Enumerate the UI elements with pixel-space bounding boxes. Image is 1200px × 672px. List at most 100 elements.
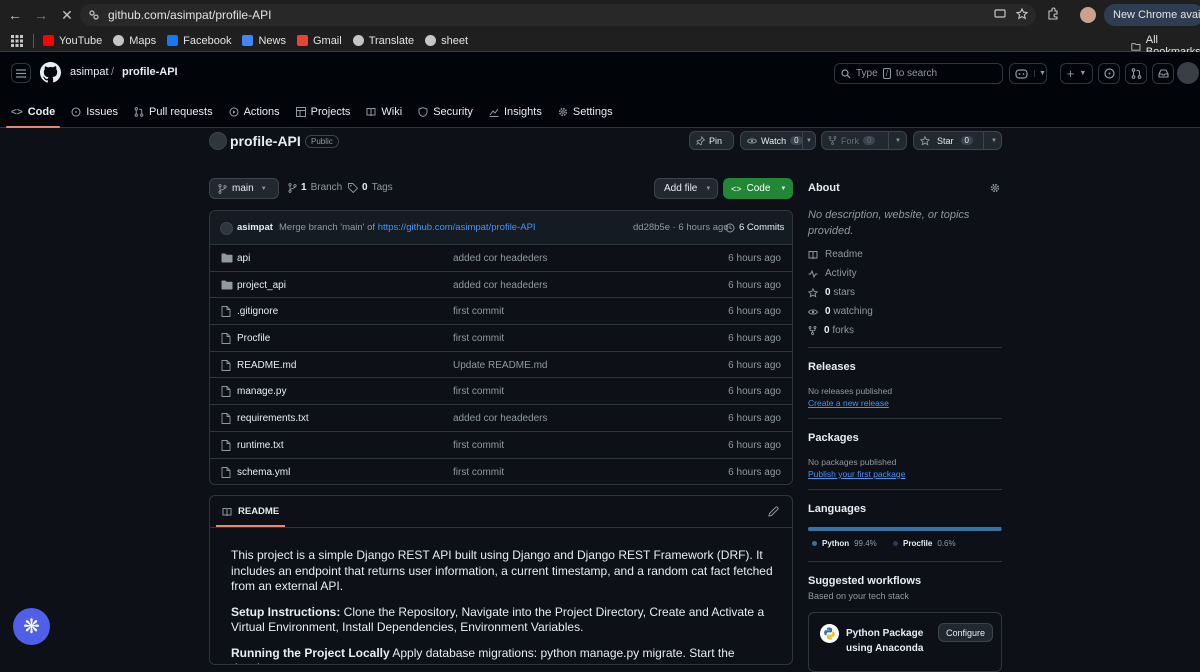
tab-issues[interactable]: Issues [66,96,123,128]
profile-avatar[interactable] [1080,7,1096,23]
repo-owner-avatar[interactable] [209,132,227,150]
forward-icon[interactable]: → [30,4,52,26]
commit-message[interactable]: Merge branch 'main' of https://github.co… [279,222,536,233]
packages-heading[interactable]: Packages [808,432,859,444]
bookmark-youtube[interactable]: YouTube [43,35,102,47]
file-name[interactable]: schema.yml [237,467,290,478]
readme-link[interactable]: Readme [808,249,863,260]
file-row[interactable]: schema.yml first commit 6 hours ago [210,459,792,485]
file-name[interactable]: requirements.txt [237,413,309,424]
menu-button[interactable] [11,63,31,83]
tab-actions[interactable]: Actions [224,96,285,128]
file-commit-message[interactable]: added cor headeders [453,253,548,264]
bookmark-gmail[interactable]: Gmail [296,35,342,47]
create-new-button[interactable]: + ▼ [1060,63,1093,84]
file-row[interactable]: manage.py first commit 6 hours ago [210,378,792,406]
file-row[interactable]: api added cor headeders 6 hours ago [210,245,792,272]
tab-insights[interactable]: Insights [484,96,547,128]
copilot-button[interactable]: ▼ [1009,63,1047,84]
file-commit-message[interactable]: Update README.md [453,360,547,371]
new-chrome-button[interactable]: New Chrome available [1104,4,1200,26]
repo-breadcrumb[interactable]: profile-API [122,66,178,78]
commit-author[interactable]: asimpat [237,222,273,233]
file-name[interactable]: .gitignore [237,306,278,317]
file-row[interactable]: Procfile first commit 6 hours ago [210,325,792,352]
language-python[interactable]: Python 99.4% [812,539,877,548]
file-commit-message[interactable]: first commit [453,440,504,451]
commit-author-avatar[interactable] [220,222,233,235]
commit-hash-time[interactable]: dd28b5e · 6 hours ago [633,222,729,233]
cast-icon[interactable] [994,8,1006,20]
tab-projects[interactable]: Projects [291,96,356,128]
bookmark-translate[interactable]: Translate [352,35,414,47]
bookmark-facebook[interactable]: Facebook [167,35,231,47]
publish-package-link[interactable]: Publish your first package [808,469,905,479]
file-name[interactable]: manage.py [237,386,286,397]
file-commit-message[interactable]: first commit [453,467,504,478]
extensions-icon[interactable] [1046,7,1060,21]
bookmark-sheet[interactable]: sheet [425,35,468,47]
activity-link[interactable]: Activity [808,268,857,279]
bookmark-maps[interactable]: Maps [113,35,156,47]
tags-link[interactable]: 0 Tags [348,182,393,193]
fork-button[interactable]: Fork 0 ▼ [821,131,907,150]
file-row[interactable]: requirements.txt added cor headeders 6 hou… [210,405,792,432]
releases-heading[interactable]: Releases [808,361,856,373]
commits-link[interactable]: 6 Commits [725,222,784,233]
gear-icon[interactable] [990,183,1000,193]
file-commit-message[interactable]: added cor headeders [453,413,548,424]
repo-name[interactable]: profile-API [230,133,301,149]
star-button[interactable]: Star 0 ▼ [913,131,1002,150]
file-row[interactable]: project_api added cor headeders 6 hours ag… [210,272,792,299]
forks-link[interactable]: 0 forks [808,325,854,336]
apps-grid-icon[interactable] [11,34,23,47]
search-input[interactable]: Type / to search [834,63,1003,84]
tab-security[interactable]: Security [413,96,478,128]
branch-selector[interactable]: main ▼ [209,178,279,199]
file-commit-message[interactable]: added cor headeders [453,280,548,291]
issues-button[interactable] [1098,63,1120,84]
file-name[interactable]: project_api [237,280,286,291]
file-name[interactable]: Procfile [237,333,270,344]
tab-wiki[interactable]: Wiki [361,96,407,128]
file-row[interactable]: .gitignore first commit 6 hours ago [210,298,792,326]
site-info-icon[interactable] [88,9,100,21]
pencil-icon[interactable] [768,506,779,517]
file-name[interactable]: README.md [237,360,296,371]
file-row[interactable]: runtime.txt first commit 6 hours ago [210,432,792,459]
commit-message-link[interactable]: https://github.com/asimpat/profile-API [378,222,536,233]
code-button[interactable]: <> Code ▼ [723,178,793,199]
bookmark-star-icon[interactable] [1016,8,1028,20]
add-file-button[interactable]: Add file ▼ [654,178,718,199]
stars-link[interactable]: 0 stars [808,287,855,298]
chevron-down-icon[interactable]: ▼ [895,138,901,144]
stop-icon[interactable]: ✕ [56,4,78,26]
language-procfile[interactable]: Procfile 0.6% [893,539,956,548]
user-avatar[interactable] [1177,62,1199,84]
back-icon[interactable]: ← [4,4,26,26]
file-commit-message[interactable]: first commit [453,306,504,317]
file-commit-message[interactable]: first commit [453,386,504,397]
file-row[interactable]: README.md Update README.md 6 hours ago [210,352,792,379]
pin-button[interactable]: Pin [689,131,734,150]
bookmark-news[interactable]: News [242,35,286,47]
file-name[interactable]: runtime.txt [237,440,284,451]
watch-button[interactable]: Watch 0 ▼ [740,131,816,150]
address-bar[interactable]: github.com/asimpat/profile-API [80,4,1036,26]
chevron-down-icon[interactable]: ▼ [806,138,812,144]
inbox-button[interactable] [1152,63,1174,84]
branches-link[interactable]: 1 Branch [288,182,342,193]
create-release-link[interactable]: Create a new release [808,398,889,408]
tab-code[interactable]: <> Code [6,96,61,128]
configure-button[interactable]: Configure [938,623,993,642]
watching-link[interactable]: 0 watching [808,306,873,317]
owner-link[interactable]: asimpat [70,66,109,78]
tab-pull-requests[interactable]: Pull requests [129,96,218,128]
assistant-fab-button[interactable]: ❋ [13,608,50,645]
tab-settings[interactable]: Settings [553,96,618,128]
chevron-down-icon[interactable]: ▼ [991,138,997,144]
readme-tab[interactable]: README [216,496,286,527]
file-name[interactable]: api [237,253,250,264]
pull-requests-button[interactable] [1125,63,1147,84]
file-commit-message[interactable]: first commit [453,333,504,344]
